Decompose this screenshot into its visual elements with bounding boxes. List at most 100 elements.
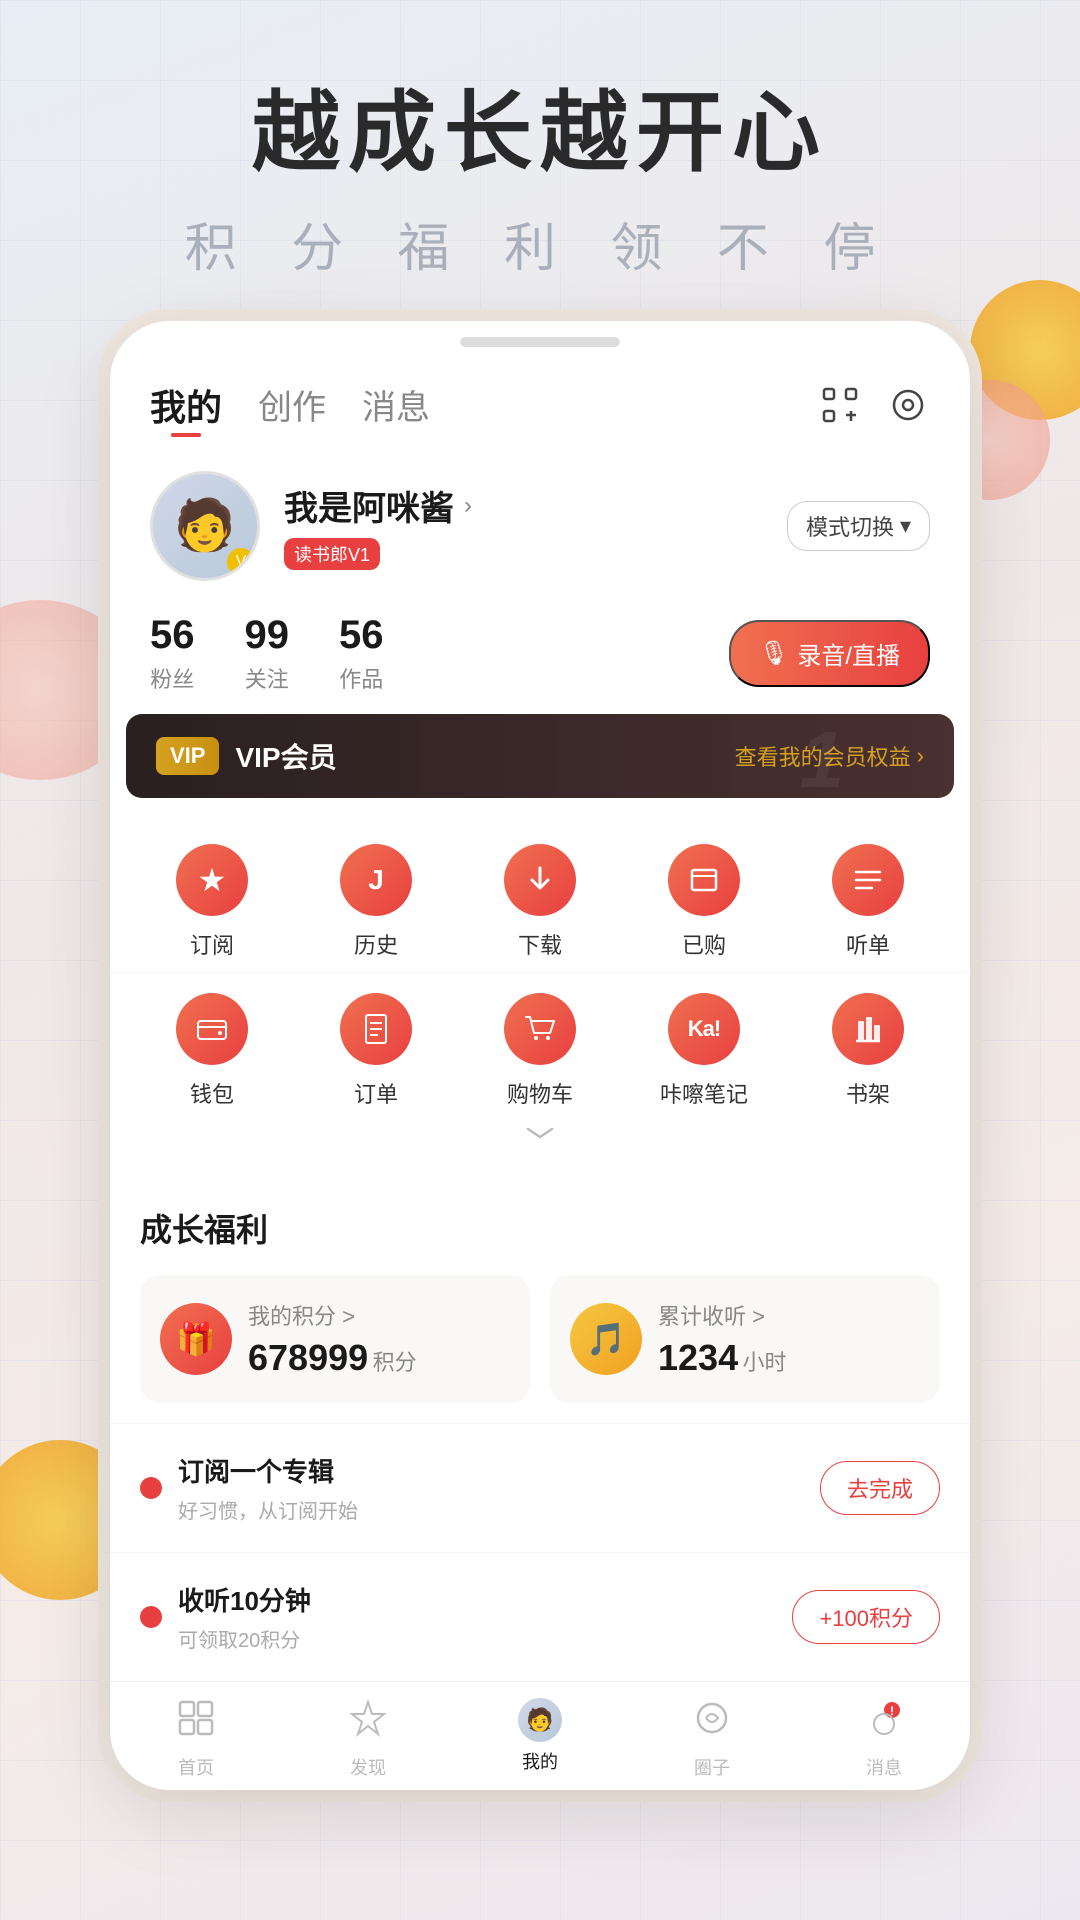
wallet-icon (176, 993, 248, 1065)
menu-grid-2: 钱包 订单 (130, 993, 950, 1109)
circle-icon (692, 1698, 732, 1748)
home-label: 首页 (178, 1754, 214, 1780)
menu-section-1: ★ 订阅 J 历史 下载 (110, 814, 970, 970)
task-dot-2 (140, 1606, 162, 1628)
hero-subtitle: 积 分 福 利 领 不 停 (0, 206, 1080, 281)
tab-create[interactable]: 创作 (258, 380, 326, 429)
bottom-nav-mine[interactable]: 🧑 我的 (454, 1698, 626, 1780)
menu-section-2: 钱包 订单 (110, 972, 970, 1159)
phone-wrapper: 我的 创作 消息 (0, 321, 1080, 1790)
notes-icon: Ka! (668, 993, 740, 1065)
menu-item-cart[interactable]: 购物车 (466, 993, 614, 1109)
menu-item-order[interactable]: 订单 (302, 993, 450, 1109)
mode-switch-button[interactable]: 模式切换 ▾ (787, 501, 930, 551)
task-item-1: 订阅一个专辑 好习惯，从订阅开始 去完成 (110, 1423, 970, 1552)
top-nav: 我的 创作 消息 (110, 347, 970, 447)
task-points-button-2[interactable]: +100积分 (792, 1590, 940, 1644)
stat-follow[interactable]: 99 关注 (245, 613, 290, 694)
nav-icons (818, 383, 930, 427)
wallet-label: 钱包 (190, 1077, 234, 1109)
task-complete-button-1[interactable]: 去完成 (820, 1461, 940, 1515)
listen-info: 累计收听 > 1234 小时 (658, 1299, 787, 1379)
record-btn-label: 录音/直播 (797, 636, 900, 671)
menu-item-playlist[interactable]: 听单 (794, 844, 942, 960)
growth-section: 成长福利 🎁 我的积分 > 678999 积分 🎵 (110, 1175, 970, 1423)
menu-item-subscribe[interactable]: ★ 订阅 (138, 844, 286, 960)
growth-card-points[interactable]: 🎁 我的积分 > 678999 积分 (140, 1275, 530, 1403)
profile-name-row: 我是阿咪酱 › (284, 481, 787, 530)
growth-cards: 🎁 我的积分 > 678999 积分 🎵 累计收听 > (140, 1275, 940, 1403)
subscribe-label: 订阅 (190, 928, 234, 960)
purchased-icon (668, 844, 740, 916)
vip-banner[interactable]: 1 VIP VIP会员 查看我的会员权益 › (126, 714, 954, 798)
growth-card-listen[interactable]: 🎵 累计收听 > 1234 小时 (550, 1275, 940, 1403)
stats-row: 56 粉丝 99 关注 56 作品 🎙 录音/直播 (110, 601, 970, 714)
menu-item-download[interactable]: 下载 (466, 844, 614, 960)
profile-level-badge: 读书郎V1 (284, 538, 380, 570)
task-desc-2: 可领取20积分 (178, 1624, 792, 1653)
history-label: 历史 (354, 928, 398, 960)
task-item-2: 收听10分钟 可领取20积分 +100积分 (110, 1552, 970, 1681)
expand-menu-button[interactable] (130, 1109, 950, 1149)
listen-icon: 🎵 (570, 1303, 642, 1375)
record-live-button[interactable]: 🎙 录音/直播 (729, 620, 930, 687)
listen-value: 1234 (658, 1337, 738, 1378)
hero-title: 越成长越开心 (0, 80, 1080, 186)
download-icon (504, 844, 576, 916)
bottom-nav-avatar: 🧑 (518, 1698, 562, 1742)
works-label: 作品 (339, 662, 384, 694)
order-icon (340, 993, 412, 1065)
task-content-2: 收听10分钟 可领取20积分 (178, 1581, 792, 1653)
follow-count: 99 (245, 613, 290, 658)
mode-switch-arrow-icon: ▾ (900, 513, 911, 539)
menu-item-notes[interactable]: Ka! 咔嚓笔记 (630, 993, 778, 1109)
msg-icon: ! (864, 1698, 904, 1748)
points-info: 我的积分 > 678999 积分 (248, 1299, 417, 1379)
menu-item-purchased[interactable]: 已购 (630, 844, 778, 960)
bottom-nav-circle[interactable]: 圈子 (626, 1698, 798, 1780)
profile-section: 🧑 V 我是阿咪酱 › 读书郎V1 模式切换 ▾ (110, 447, 970, 601)
playlist-label: 听单 (846, 928, 890, 960)
vip-rights-arrow: › (917, 743, 924, 769)
fans-count: 56 (150, 613, 195, 658)
mode-switch-label: 模式切换 (806, 510, 894, 542)
profile-name[interactable]: 我是阿咪酱 (284, 481, 454, 530)
bottom-nav-discover[interactable]: 发现 (282, 1698, 454, 1780)
bookshelf-label: 书架 (846, 1077, 890, 1109)
task-desc-1: 好习惯，从订阅开始 (178, 1495, 820, 1524)
points-value: 678999 (248, 1337, 368, 1378)
task-title-1: 订阅一个专辑 (178, 1452, 820, 1489)
listen-title: 累计收听 > (658, 1299, 787, 1331)
mine-label: 我的 (522, 1748, 558, 1774)
menu-item-bookshelf[interactable]: 书架 (794, 993, 942, 1109)
cart-icon (504, 993, 576, 1065)
task-dot-1 (140, 1477, 162, 1499)
menu-item-wallet[interactable]: 钱包 (138, 993, 286, 1109)
bottom-nav-home[interactable]: 首页 (110, 1698, 282, 1780)
menu-item-history[interactable]: J 历史 (302, 844, 450, 960)
download-label: 下载 (518, 928, 562, 960)
task-content-1: 订阅一个专辑 好习惯，从订阅开始 (178, 1452, 820, 1524)
stat-works[interactable]: 56 作品 (339, 613, 384, 694)
tab-mine[interactable]: 我的 (150, 379, 222, 431)
discover-icon (348, 1698, 388, 1748)
stat-fans[interactable]: 56 粉丝 (150, 613, 195, 694)
purchased-label: 已购 (682, 928, 726, 960)
avatar[interactable]: 🧑 V (150, 471, 260, 581)
settings-icon[interactable] (886, 383, 930, 427)
points-title: 我的积分 > (248, 1299, 417, 1331)
bookshelf-icon (832, 993, 904, 1065)
history-icon: J (340, 844, 412, 916)
growth-section-title: 成长福利 (140, 1205, 940, 1251)
bottom-nav-msg[interactable]: ! 消息 (798, 1698, 970, 1780)
bottom-nav: 首页 发现 🧑 我的 (110, 1681, 970, 1790)
works-count: 56 (339, 613, 384, 658)
tab-message[interactable]: 消息 (362, 380, 430, 429)
discover-label: 发现 (350, 1754, 386, 1780)
points-icon: 🎁 (160, 1303, 232, 1375)
scan-icon[interactable] (818, 383, 862, 427)
cart-label: 购物车 (507, 1077, 573, 1109)
subscribe-icon: ★ (176, 844, 248, 916)
points-unit: 积分 (373, 1350, 417, 1375)
app-content: 我的 创作 消息 (110, 347, 970, 1790)
